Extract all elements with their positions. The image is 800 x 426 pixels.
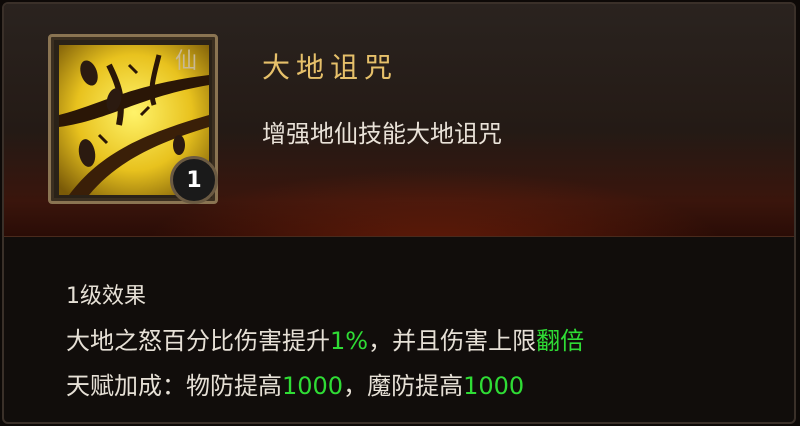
effect-value: 1000 — [282, 372, 344, 400]
skill-level-badge: 1 — [170, 156, 218, 204]
effect-line-2: 天赋加成：物防提高1000，魔防提高1000 — [66, 364, 584, 409]
effect-text: 天赋加成：物防提高 — [66, 372, 282, 400]
effect-line-1: 大地之怒百分比伤害提升1%，并且伤害上限翻倍 — [66, 319, 584, 364]
element-glyph: 仙 — [175, 49, 198, 74]
effect-text: ，魔防提高 — [343, 372, 464, 400]
effect-value: 翻倍 — [536, 327, 585, 355]
effect-value: 1% — [330, 327, 369, 355]
skill-description: 增强地仙技能大地诅咒 — [262, 120, 502, 148]
effect-text: ，并且伤害上限 — [368, 327, 537, 355]
effect-text: 大地之怒百分比伤害提升 — [66, 327, 330, 355]
skill-tooltip: 仙 1 大地诅咒 增强地仙技能大地诅咒 1级效果 大地之怒百分比伤害提升1%，并… — [2, 2, 796, 424]
effect-value: 1000 — [463, 372, 525, 400]
skill-title: 大地诅咒 — [262, 51, 399, 84]
effects-section: 1级效果 大地之怒百分比伤害提升1%，并且伤害上限翻倍 天赋加成：物防提高100… — [66, 274, 584, 409]
tooltip-header: 仙 1 大地诅咒 增强地仙技能大地诅咒 — [4, 4, 794, 237]
level-effect-heading: 1级效果 — [66, 284, 146, 309]
